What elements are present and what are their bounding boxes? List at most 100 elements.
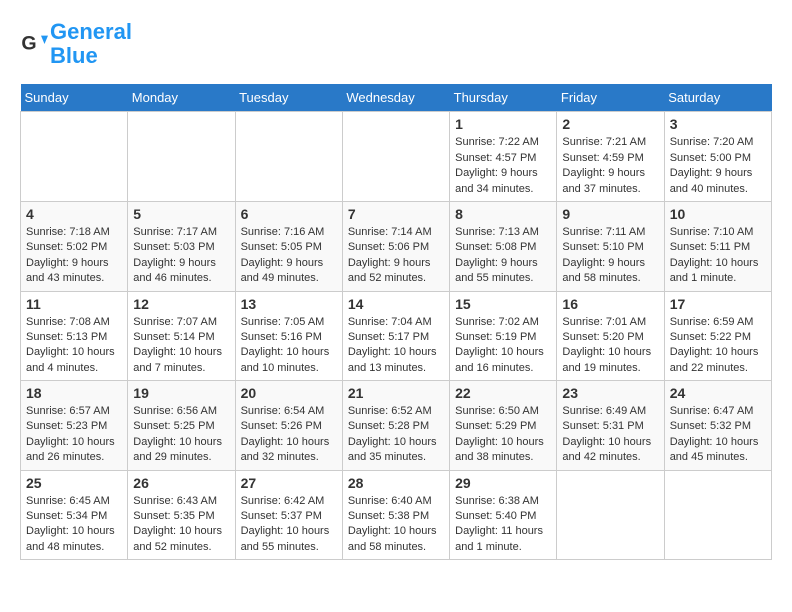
calendar-cell: 15 Sunrise: 7:02 AM Sunset: 5:19 PM Dayli… xyxy=(450,291,557,381)
day-number: 12 xyxy=(133,296,229,312)
column-header-thursday: Thursday xyxy=(450,84,557,112)
day-info: Sunrise: 6:52 AM Sunset: 5:28 PM Dayligh… xyxy=(348,404,444,466)
day-info: Sunrise: 7:04 AM Sunset: 5:17 PM Dayligh… xyxy=(348,315,444,377)
day-number: 2 xyxy=(562,116,658,132)
calendar-cell: 8 Sunrise: 7:13 AM Sunset: 5:08 PM Daylig… xyxy=(450,201,557,291)
day-number: 21 xyxy=(348,385,444,401)
calendar-cell: 14 Sunrise: 7:04 AM Sunset: 5:17 PM Dayli… xyxy=(342,291,449,381)
calendar-cell: 22Sunrise: 6:50 AM Sunset: 5:29 PM Dayli… xyxy=(450,381,557,471)
calendar-cell: 16 Sunrise: 7:01 AM Sunset: 5:20 PM Dayli… xyxy=(557,291,664,381)
calendar-cell: 24Sunrise: 6:47 AM Sunset: 5:32 PM Dayli… xyxy=(664,381,771,471)
day-number: 16 xyxy=(562,296,658,312)
day-info: Sunrise: 7:21 AM Sunset: 4:59 PM Dayligh… xyxy=(562,135,658,197)
day-info: Sunrise: 7:07 AM Sunset: 5:14 PM Dayligh… xyxy=(133,315,229,377)
day-number: 4 xyxy=(26,206,122,222)
day-info: Sunrise: 6:56 AM Sunset: 5:25 PM Dayligh… xyxy=(133,404,229,466)
calendar-cell xyxy=(342,112,449,202)
week-row-4: 18Sunrise: 6:57 AM Sunset: 5:23 PM Dayli… xyxy=(21,381,772,471)
calendar-cell: 1 Sunrise: 7:22 AM Sunset: 4:57 PM Daylig… xyxy=(450,112,557,202)
day-number: 13 xyxy=(241,296,337,312)
day-number: 11 xyxy=(26,296,122,312)
calendar-cell: 3 Sunrise: 7:20 AM Sunset: 5:00 PM Daylig… xyxy=(664,112,771,202)
day-number: 10 xyxy=(670,206,766,222)
day-number: 17 xyxy=(670,296,766,312)
day-number: 5 xyxy=(133,206,229,222)
day-info: Sunrise: 7:13 AM Sunset: 5:08 PM Dayligh… xyxy=(455,225,551,287)
day-info: Sunrise: 6:43 AM Sunset: 5:35 PM Dayligh… xyxy=(133,494,229,556)
day-info: Sunrise: 7:11 AM Sunset: 5:10 PM Dayligh… xyxy=(562,225,658,287)
week-row-1: 1 Sunrise: 7:22 AM Sunset: 4:57 PM Daylig… xyxy=(21,112,772,202)
day-number: 7 xyxy=(348,206,444,222)
page-header: G General Blue xyxy=(20,20,772,68)
calendar-cell xyxy=(235,112,342,202)
calendar-cell: 10 Sunrise: 7:10 AM Sunset: 5:11 PM Dayli… xyxy=(664,201,771,291)
calendar-cell: 12 Sunrise: 7:07 AM Sunset: 5:14 PM Dayli… xyxy=(128,291,235,381)
week-row-3: 11 Sunrise: 7:08 AM Sunset: 5:13 PM Dayli… xyxy=(21,291,772,381)
day-info: Sunrise: 7:02 AM Sunset: 5:19 PM Dayligh… xyxy=(455,315,551,377)
calendar-cell: 26Sunrise: 6:43 AM Sunset: 5:35 PM Dayli… xyxy=(128,470,235,560)
calendar-table: SundayMondayTuesdayWednesdayThursdayFrid… xyxy=(20,84,772,560)
calendar-cell: 9 Sunrise: 7:11 AM Sunset: 5:10 PM Daylig… xyxy=(557,201,664,291)
day-info: Sunrise: 6:54 AM Sunset: 5:26 PM Dayligh… xyxy=(241,404,337,466)
day-number: 29 xyxy=(455,475,551,491)
calendar-cell: 4 Sunrise: 7:18 AM Sunset: 5:02 PM Daylig… xyxy=(21,201,128,291)
day-info: Sunrise: 7:10 AM Sunset: 5:11 PM Dayligh… xyxy=(670,225,766,287)
day-info: Sunrise: 7:22 AM Sunset: 4:57 PM Dayligh… xyxy=(455,135,551,197)
day-info: Sunrise: 6:40 AM Sunset: 5:38 PM Dayligh… xyxy=(348,494,444,556)
calendar-cell: 25 Sunrise: 6:45 AM Sunset: 5:34 PM Dayli… xyxy=(21,470,128,560)
calendar-cell: 18Sunrise: 6:57 AM Sunset: 5:23 PM Dayli… xyxy=(21,381,128,471)
column-header-tuesday: Tuesday xyxy=(235,84,342,112)
calendar-cell: 21 Sunrise: 6:52 AM Sunset: 5:28 PM Dayli… xyxy=(342,381,449,471)
day-number: 3 xyxy=(670,116,766,132)
day-number: 18 xyxy=(26,385,122,401)
calendar-cell: 17 Sunrise: 6:59 AM Sunset: 5:22 PM Dayli… xyxy=(664,291,771,381)
calendar-cell: 6 Sunrise: 7:16 AM Sunset: 5:05 PM Daylig… xyxy=(235,201,342,291)
day-number: 6 xyxy=(241,206,337,222)
day-info: Sunrise: 6:49 AM Sunset: 5:31 PM Dayligh… xyxy=(562,404,658,466)
column-header-friday: Friday xyxy=(557,84,664,112)
day-number: 8 xyxy=(455,206,551,222)
day-info: Sunrise: 6:47 AM Sunset: 5:32 PM Dayligh… xyxy=(670,404,766,466)
calendar-cell: 27Sunrise: 6:42 AM Sunset: 5:37 PM Dayli… xyxy=(235,470,342,560)
day-info: Sunrise: 7:01 AM Sunset: 5:20 PM Dayligh… xyxy=(562,315,658,377)
day-info: Sunrise: 6:59 AM Sunset: 5:22 PM Dayligh… xyxy=(670,315,766,377)
day-number: 22 xyxy=(455,385,551,401)
calendar-cell xyxy=(128,112,235,202)
day-number: 1 xyxy=(455,116,551,132)
day-info: Sunrise: 7:16 AM Sunset: 5:05 PM Dayligh… xyxy=(241,225,337,287)
calendar-cell: 11 Sunrise: 7:08 AM Sunset: 5:13 PM Dayli… xyxy=(21,291,128,381)
day-number: 23 xyxy=(562,385,658,401)
day-info: Sunrise: 7:20 AM Sunset: 5:00 PM Dayligh… xyxy=(670,135,766,197)
logo-icon: G xyxy=(20,30,48,58)
day-info: Sunrise: 6:45 AM Sunset: 5:34 PM Dayligh… xyxy=(26,494,122,556)
column-header-monday: Monday xyxy=(128,84,235,112)
logo: G General Blue xyxy=(20,20,132,68)
calendar-cell: 7 Sunrise: 7:14 AM Sunset: 5:06 PM Daylig… xyxy=(342,201,449,291)
calendar-cell: 28 Sunrise: 6:40 AM Sunset: 5:38 PM Dayli… xyxy=(342,470,449,560)
day-number: 25 xyxy=(26,475,122,491)
column-header-sunday: Sunday xyxy=(21,84,128,112)
calendar-cell: 20 Sunrise: 6:54 AM Sunset: 5:26 PM Dayli… xyxy=(235,381,342,471)
day-number: 20 xyxy=(241,385,337,401)
calendar-cell: 29Sunrise: 6:38 AM Sunset: 5:40 PM Dayli… xyxy=(450,470,557,560)
day-number: 14 xyxy=(348,296,444,312)
calendar-cell xyxy=(664,470,771,560)
day-info: Sunrise: 7:14 AM Sunset: 5:06 PM Dayligh… xyxy=(348,225,444,287)
day-number: 28 xyxy=(348,475,444,491)
day-number: 9 xyxy=(562,206,658,222)
day-info: Sunrise: 7:05 AM Sunset: 5:16 PM Dayligh… xyxy=(241,315,337,377)
day-number: 19 xyxy=(133,385,229,401)
day-info: Sunrise: 7:18 AM Sunset: 5:02 PM Dayligh… xyxy=(26,225,122,287)
day-number: 27 xyxy=(241,475,337,491)
day-info: Sunrise: 7:17 AM Sunset: 5:03 PM Dayligh… xyxy=(133,225,229,287)
calendar-cell xyxy=(557,470,664,560)
week-row-2: 4 Sunrise: 7:18 AM Sunset: 5:02 PM Daylig… xyxy=(21,201,772,291)
week-row-5: 25 Sunrise: 6:45 AM Sunset: 5:34 PM Dayli… xyxy=(21,470,772,560)
day-info: Sunrise: 7:08 AM Sunset: 5:13 PM Dayligh… xyxy=(26,315,122,377)
calendar-cell: 5 Sunrise: 7:17 AM Sunset: 5:03 PM Daylig… xyxy=(128,201,235,291)
calendar-cell: 19 Sunrise: 6:56 AM Sunset: 5:25 PM Dayli… xyxy=(128,381,235,471)
calendar-cell: 2 Sunrise: 7:21 AM Sunset: 4:59 PM Daylig… xyxy=(557,112,664,202)
day-number: 15 xyxy=(455,296,551,312)
logo-text: General Blue xyxy=(50,20,132,68)
svg-text:G: G xyxy=(21,33,36,55)
